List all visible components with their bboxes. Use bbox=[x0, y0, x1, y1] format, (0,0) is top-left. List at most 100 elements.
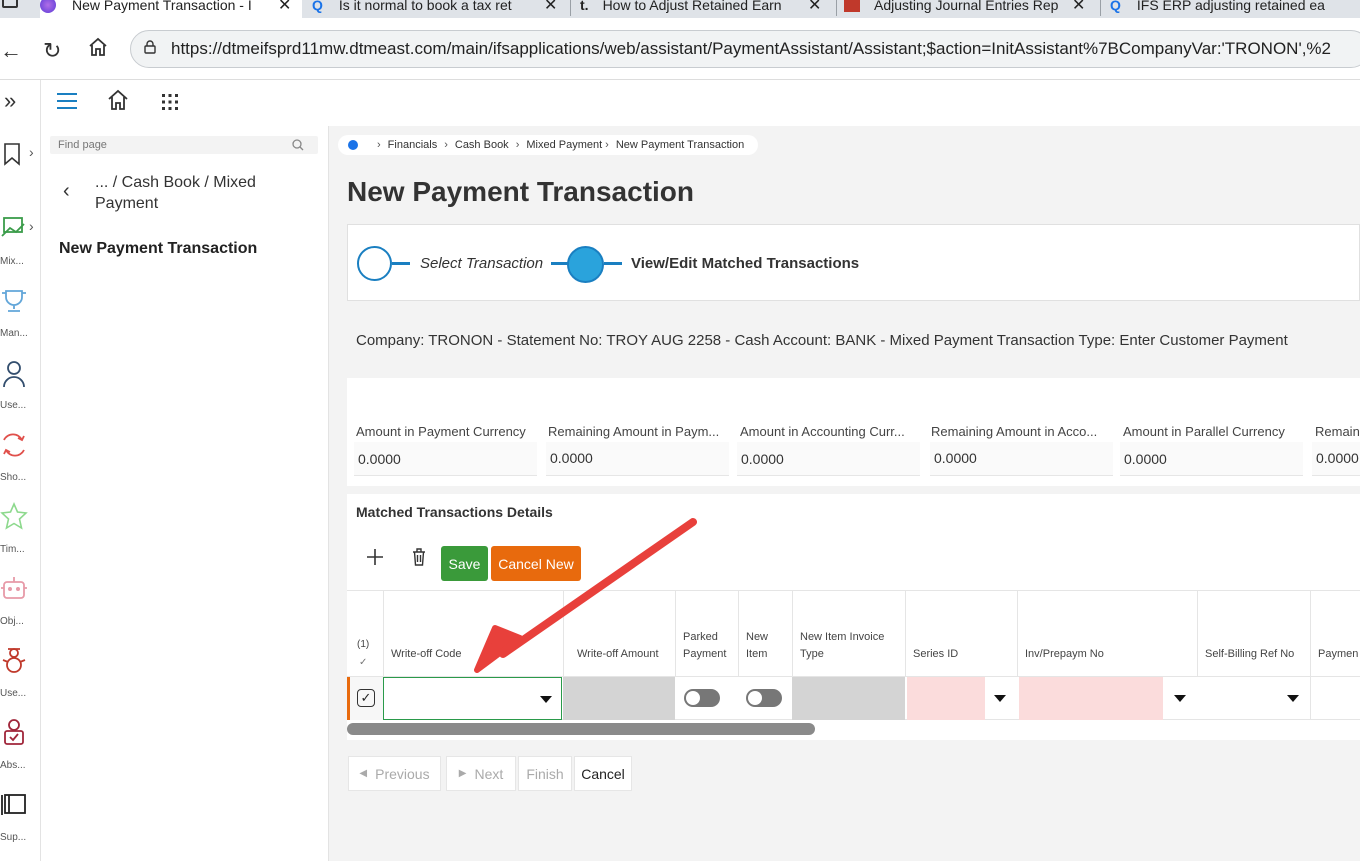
finish-button[interactable]: Finish bbox=[518, 756, 572, 791]
browser-tab[interactable]: Q IFS ERP adjusting retained ea bbox=[1110, 0, 1360, 18]
column-header[interactable]: Series ID bbox=[905, 591, 1017, 677]
amount-label: Remaining Amount in Acco... bbox=[931, 424, 1098, 439]
write-off-amount-field bbox=[563, 677, 675, 720]
trophy-icon bbox=[2, 290, 26, 312]
rail-item-user-2[interactable]: Use... bbox=[0, 646, 41, 706]
rail-item-shortcuts[interactable]: Sho... bbox=[0, 430, 41, 490]
back-chevron-icon[interactable]: ‹ bbox=[63, 180, 70, 203]
rail-item-label: Tim... bbox=[0, 544, 25, 555]
back-arrow-icon[interactable]: ← bbox=[0, 38, 22, 64]
shuffle-icon bbox=[3, 433, 25, 457]
close-icon[interactable]: ✕ bbox=[544, 0, 557, 15]
step-connector bbox=[392, 262, 410, 265]
rail-item-user[interactable]: Use... bbox=[0, 358, 41, 418]
close-icon[interactable]: ✕ bbox=[1072, 0, 1085, 15]
amount-field: 0.0000 bbox=[737, 442, 920, 476]
parked-payment-toggle[interactable] bbox=[675, 677, 738, 720]
close-icon[interactable]: ✕ bbox=[278, 0, 291, 15]
tab-title: Is it normal to book a tax ret bbox=[338, 0, 512, 13]
delete-icon[interactable] bbox=[412, 548, 426, 571]
chevron-down-icon[interactable] bbox=[540, 696, 552, 703]
robot-icon bbox=[1, 577, 27, 599]
breadcrumb-item: New Payment Transaction bbox=[615, 139, 745, 151]
payment-cell[interactable] bbox=[1310, 677, 1360, 720]
amount-field: 0.0000 bbox=[930, 442, 1113, 476]
chevron-right-icon: › bbox=[605, 139, 609, 151]
column-header[interactable]: New Item Invoice Type bbox=[792, 591, 905, 677]
series-id-input[interactable] bbox=[907, 677, 985, 720]
next-button[interactable]: ▶ Next bbox=[446, 756, 516, 791]
rail-item-man[interactable]: Man... bbox=[0, 286, 41, 346]
chevron-down-icon[interactable] bbox=[994, 695, 1006, 702]
step-connector bbox=[604, 262, 622, 265]
browser-tab[interactable]: Adjusting Journal Entries Rep ✕ bbox=[844, 0, 1098, 18]
check-icon: ✓ bbox=[359, 657, 368, 668]
expand-rail-icon[interactable]: » bbox=[4, 88, 16, 114]
new-item-toggle[interactable] bbox=[738, 677, 792, 720]
breadcrumb-item[interactable]: Cash Book bbox=[455, 139, 509, 151]
hamburger-menu-icon[interactable] bbox=[56, 91, 78, 116]
previous-button[interactable]: ◀ Previous bbox=[348, 756, 441, 791]
rail-item-label: Abs... bbox=[0, 760, 26, 771]
chevron-down-icon[interactable] bbox=[1287, 695, 1299, 702]
search-icon[interactable] bbox=[292, 139, 304, 151]
toggle-switch[interactable] bbox=[746, 689, 782, 707]
home-icon[interactable] bbox=[107, 89, 129, 116]
navigation-panel: Find page ‹ ... / Cash Book / Mixed Paym… bbox=[41, 126, 329, 861]
table-row[interactable]: ✓ bbox=[347, 676, 1360, 720]
scrollbar-thumb[interactable] bbox=[347, 723, 815, 735]
rail-item-mixed-payment[interactable]: › Mix... bbox=[0, 212, 41, 270]
rail-item-absence[interactable]: Abs... bbox=[0, 718, 41, 778]
close-icon[interactable]: ✕ bbox=[808, 0, 821, 15]
step-label[interactable]: View/Edit Matched Transactions bbox=[631, 255, 859, 272]
rail-item-time[interactable]: Tim... bbox=[0, 502, 41, 562]
app-grid-icon[interactable] bbox=[161, 93, 179, 116]
breadcrumb-item[interactable]: Financials bbox=[388, 139, 438, 151]
browser-tab[interactable]: Q Is it normal to book a tax ret ✕ bbox=[312, 0, 566, 18]
snowman-icon bbox=[2, 648, 26, 673]
tab-favicon-icon bbox=[40, 0, 56, 13]
breadcrumb-item[interactable]: Mixed Payment bbox=[526, 139, 602, 151]
inv-prepaym-no-input[interactable] bbox=[1019, 677, 1163, 720]
step-circle-done-icon[interactable] bbox=[357, 246, 392, 281]
home-icon[interactable] bbox=[87, 36, 109, 64]
checkbox-checked-icon[interactable]: ✓ bbox=[357, 689, 375, 707]
column-header[interactable]: Inv/Prepaym No bbox=[1017, 591, 1197, 677]
reload-icon[interactable]: ↻ bbox=[43, 38, 61, 64]
rail-item-objects[interactable]: Obj... bbox=[0, 574, 41, 634]
amounts-card: Amount in Payment Currency 0.0000 Remain… bbox=[347, 378, 1360, 486]
column-header[interactable]: Paymen bbox=[1310, 591, 1360, 677]
row-selector[interactable]: ✓ bbox=[347, 677, 383, 720]
person-badge-icon bbox=[4, 719, 24, 745]
toggle-switch[interactable] bbox=[684, 689, 720, 707]
column-header[interactable]: Self-Billing Ref No bbox=[1197, 591, 1310, 677]
nav-current-page[interactable]: New Payment Transaction bbox=[59, 240, 257, 258]
series-id-select[interactable] bbox=[905, 677, 1017, 720]
previous-label: Previous bbox=[375, 765, 430, 782]
column-header[interactable]: New Item bbox=[738, 591, 792, 677]
inv-prepaym-no-select[interactable] bbox=[1017, 677, 1197, 720]
rail-item-support[interactable]: Sup... bbox=[0, 790, 41, 850]
nav-back-path[interactable]: ... / Cash Book / Mixed Payment bbox=[95, 172, 295, 214]
select-all-column[interactable]: (1) ✓ bbox=[347, 591, 383, 677]
self-billing-ref-select[interactable] bbox=[1197, 677, 1310, 720]
address-bar[interactable]: https://dtmeifsprd11mw.dtmeast.com/main/… bbox=[130, 30, 1360, 68]
add-icon[interactable] bbox=[366, 548, 384, 571]
step-label[interactable]: Select Transaction bbox=[420, 255, 543, 272]
step-circle-current-icon[interactable] bbox=[567, 246, 604, 283]
rail-item-label: Obj... bbox=[0, 616, 24, 627]
amount-field: 0.0000 bbox=[354, 442, 537, 476]
write-off-code-select[interactable] bbox=[383, 677, 562, 720]
tab-title: New Payment Transaction - I bbox=[72, 0, 252, 13]
breadcrumb-home-dot-icon[interactable] bbox=[348, 140, 358, 150]
tab-divider bbox=[836, 0, 837, 16]
bookmark-icon[interactable] bbox=[2, 142, 22, 171]
browser-tab[interactable]: t. How to Adjust Retained Earn ✕ bbox=[580, 0, 834, 18]
browser-tab-active[interactable]: New Payment Transaction - I ✕ bbox=[40, 0, 302, 18]
cancel-button[interactable]: Cancel bbox=[574, 756, 632, 791]
find-page-input[interactable]: Find page bbox=[50, 136, 318, 154]
horizontal-scrollbar[interactable] bbox=[347, 722, 1360, 735]
tab-actions-icon[interactable] bbox=[2, 0, 18, 8]
chevron-right-icon[interactable]: › bbox=[29, 144, 34, 160]
chevron-down-icon[interactable] bbox=[1174, 695, 1186, 702]
